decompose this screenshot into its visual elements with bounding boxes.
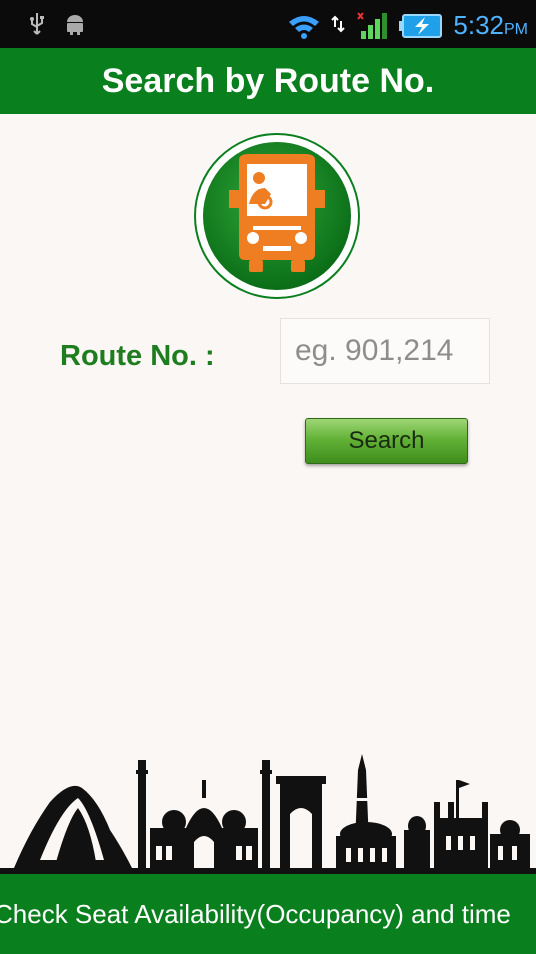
- bus-logo-icon: [194, 133, 360, 299]
- battery-charging-icon: [399, 13, 443, 38]
- route-number-input[interactable]: [280, 318, 490, 384]
- usb-icon: [30, 13, 44, 35]
- clock-time: 5:32: [453, 10, 504, 40]
- clock: 5:32PM: [453, 10, 528, 41]
- system-icons: 5:32PM: [287, 10, 528, 41]
- footer-banner: Check Seat Availability(Occupancy) and t…: [0, 874, 536, 954]
- data-arrows-icon: [331, 15, 346, 32]
- clock-ampm: PM: [504, 21, 528, 38]
- search-button[interactable]: Search: [305, 418, 468, 464]
- android-icon: [67, 15, 83, 35]
- delhi-skyline-illustration: [0, 754, 536, 875]
- status-bar: 5:32PM: [0, 0, 536, 48]
- wifi-icon: [289, 15, 320, 39]
- signal-icon: [357, 11, 388, 39]
- notification-icons: [28, 12, 86, 36]
- page-title: Search by Route No.: [101, 61, 435, 100]
- route-number-label: Route No. :: [60, 340, 215, 372]
- scrolling-ticker-text: Check Seat Availability(Occupancy) and t…: [0, 898, 511, 929]
- app-header: Search by Route No.: [0, 48, 536, 114]
